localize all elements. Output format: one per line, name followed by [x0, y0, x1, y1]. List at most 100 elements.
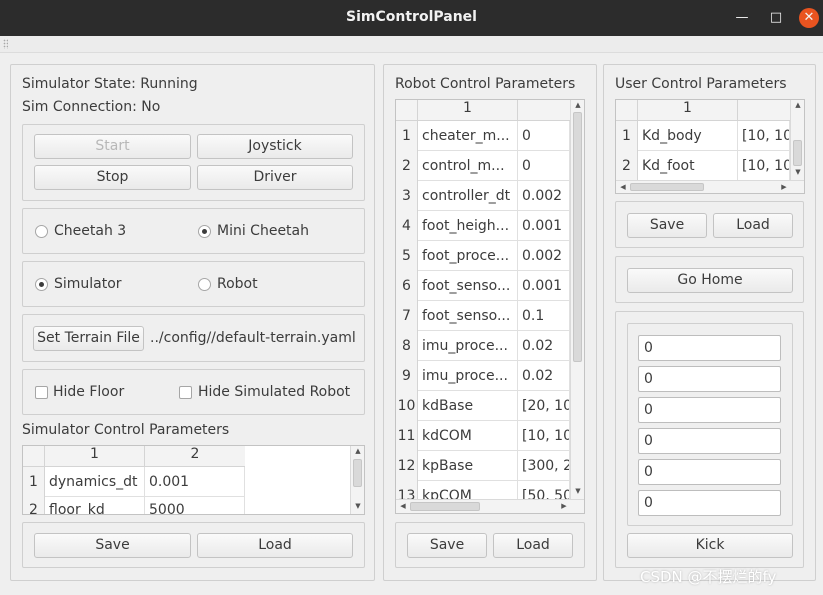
- row-header[interactable]: 2: [616, 151, 638, 181]
- cheetah3-radio[interactable]: [35, 225, 48, 238]
- start-button[interactable]: Start: [34, 134, 191, 159]
- scroll-thumb[interactable]: [353, 459, 362, 487]
- table-cell[interactable]: kpBase: [418, 451, 518, 481]
- table-cell[interactable]: imu_proce...: [418, 331, 518, 361]
- table-cell[interactable]: 5000: [145, 497, 245, 514]
- table-cell[interactable]: floor_kd: [45, 497, 145, 514]
- table-cell[interactable]: [10, 10,: [518, 421, 570, 451]
- row-header[interactable]: 6: [396, 271, 418, 301]
- set-terrain-file-button[interactable]: Set Terrain File: [33, 326, 144, 351]
- table-cell[interactable]: dynamics_dt: [45, 467, 145, 497]
- row-header[interactable]: 1: [616, 121, 638, 151]
- table-cell[interactable]: foot_senso...: [418, 271, 518, 301]
- row-header[interactable]: 7: [396, 301, 418, 331]
- robot-params-table[interactable]: 1 2 1cheater_m...02control_m...03control…: [395, 99, 585, 514]
- kick-input-4[interactable]: 0: [638, 428, 781, 454]
- user-params-table[interactable]: 1 2 1 Kd_body [10, 10, 2 Kd_foot [10, 10…: [615, 99, 805, 194]
- table-cell[interactable]: 0.002: [518, 241, 570, 271]
- table-cell[interactable]: [10, 10,: [738, 121, 790, 151]
- table-cell[interactable]: 0: [518, 121, 570, 151]
- close-icon[interactable]: ✕: [799, 8, 819, 28]
- vertical-scrollbar[interactable]: ▲ ▼: [570, 100, 584, 499]
- scroll-down-icon[interactable]: ▼: [352, 502, 364, 510]
- table-cell[interactable]: [300, 20: [518, 451, 570, 481]
- scroll-right-icon[interactable]: ▶: [778, 183, 790, 191]
- toolbar-grip-icon[interactable]: [3, 39, 8, 49]
- row-header[interactable]: 11: [396, 421, 418, 451]
- scroll-up-icon[interactable]: ▲: [352, 447, 364, 455]
- robot-load-button[interactable]: Load: [493, 533, 573, 558]
- kick-button[interactable]: Kick: [627, 533, 793, 558]
- table-cell[interactable]: control_m...: [418, 151, 518, 181]
- column-header[interactable]: 1: [418, 100, 518, 121]
- scroll-right-icon[interactable]: ▶: [558, 502, 570, 510]
- table-cell[interactable]: 0.02: [518, 361, 570, 391]
- scroll-thumb[interactable]: [630, 183, 704, 191]
- row-header[interactable]: 3: [396, 181, 418, 211]
- table-cell[interactable]: cheater_m...: [418, 121, 518, 151]
- table-cell[interactable]: controller_dt: [418, 181, 518, 211]
- scroll-left-icon[interactable]: ◀: [397, 502, 409, 510]
- column-header[interactable]: 2: [738, 100, 798, 121]
- robot-save-button[interactable]: Save: [407, 533, 487, 558]
- row-header[interactable]: 8: [396, 331, 418, 361]
- table-cell[interactable]: 0: [518, 151, 570, 181]
- scroll-down-icon[interactable]: ▼: [572, 487, 584, 495]
- scroll-up-icon[interactable]: ▲: [792, 101, 804, 109]
- table-cell[interactable]: [10, 10,: [738, 151, 790, 181]
- row-header[interactable]: 12: [396, 451, 418, 481]
- row-header[interactable]: 1: [396, 121, 418, 151]
- row-header[interactable]: 1: [23, 467, 45, 497]
- maximize-icon[interactable]: □: [766, 8, 786, 28]
- table-cell[interactable]: [20, 10,: [518, 391, 570, 421]
- kick-input-5[interactable]: 0: [638, 459, 781, 485]
- scroll-thumb[interactable]: [410, 502, 480, 511]
- row-header[interactable]: 2: [23, 497, 45, 514]
- column-header[interactable]: 2: [518, 100, 578, 121]
- scroll-left-icon[interactable]: ◀: [617, 183, 629, 191]
- mini-cheetah-radio[interactable]: [198, 225, 211, 238]
- kick-input-2[interactable]: 0: [638, 366, 781, 392]
- table-cell[interactable]: foot_proce...: [418, 241, 518, 271]
- column-header[interactable]: 2: [145, 446, 245, 467]
- joystick-button[interactable]: Joystick: [197, 134, 353, 159]
- table-cell[interactable]: Kd_body: [638, 121, 738, 151]
- table-cell[interactable]: 0.02: [518, 331, 570, 361]
- row-header[interactable]: 10: [396, 391, 418, 421]
- vertical-scrollbar[interactable]: ▲ ▼: [790, 100, 804, 180]
- table-cell[interactable]: foot_senso...: [418, 301, 518, 331]
- kick-input-1[interactable]: 0: [638, 335, 781, 361]
- user-load-button[interactable]: Load: [713, 213, 793, 238]
- minimize-icon[interactable]: —: [732, 8, 752, 28]
- scroll-thumb[interactable]: [793, 140, 802, 166]
- kick-input-3[interactable]: 0: [638, 397, 781, 423]
- table-cell[interactable]: imu_proce...: [418, 361, 518, 391]
- row-header[interactable]: 4: [396, 211, 418, 241]
- sim-load-button[interactable]: Load: [197, 533, 353, 558]
- simulator-radio[interactable]: [35, 278, 48, 291]
- row-header[interactable]: 2: [396, 151, 418, 181]
- sim-params-table[interactable]: 1 2 1 dynamics_dt 0.001 2 floor_kd 5000 …: [22, 445, 365, 515]
- scroll-down-icon[interactable]: ▼: [792, 168, 804, 176]
- vertical-scrollbar[interactable]: ▲ ▼: [350, 446, 364, 514]
- table-cell[interactable]: kdBase: [418, 391, 518, 421]
- column-header[interactable]: 1: [638, 100, 738, 121]
- driver-button[interactable]: Driver: [197, 165, 353, 190]
- kick-input-6[interactable]: 0: [638, 490, 781, 516]
- table-cell[interactable]: 0.001: [145, 467, 245, 497]
- go-home-button[interactable]: Go Home: [627, 268, 793, 293]
- row-header[interactable]: 9: [396, 361, 418, 391]
- user-save-button[interactable]: Save: [627, 213, 707, 238]
- hide-robot-checkbox[interactable]: [179, 386, 192, 399]
- horizontal-scrollbar[interactable]: ◀ ▶: [396, 499, 584, 513]
- horizontal-scrollbar[interactable]: ◀ ▶: [616, 180, 804, 193]
- scroll-thumb[interactable]: [573, 112, 582, 362]
- table-cell[interactable]: 0.001: [518, 211, 570, 241]
- column-header[interactable]: 1: [45, 446, 145, 467]
- row-header[interactable]: 5: [396, 241, 418, 271]
- table-cell[interactable]: foot_heigh...: [418, 211, 518, 241]
- table-cell[interactable]: Kd_foot: [638, 151, 738, 181]
- table-cell[interactable]: 0.1: [518, 301, 570, 331]
- table-cell[interactable]: kdCOM: [418, 421, 518, 451]
- scroll-up-icon[interactable]: ▲: [572, 101, 584, 109]
